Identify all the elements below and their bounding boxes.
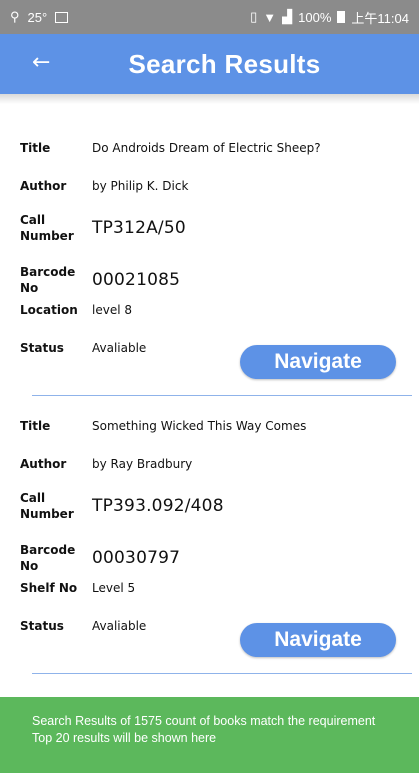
barcode-row: Barcode No 00021085 <box>20 264 180 296</box>
results-count-banner: Search Results of 1575 count of books ma… <box>0 697 419 773</box>
barcode-label: Barcode No <box>20 543 76 573</box>
status-value: Avaliable <box>92 619 147 633</box>
usb-icon: ⚲ <box>10 9 20 24</box>
author-label: Author <box>20 179 67 193</box>
vibrate-icon: ▯ <box>250 9 258 24</box>
page-title: Search Results <box>128 49 321 79</box>
battery-icon <box>337 11 346 23</box>
book-author: by Ray Bradbury <box>92 457 193 471</box>
divider <box>32 395 412 396</box>
author-label: Author <box>20 457 67 471</box>
results-list[interactable]: Title Do Androids Dream of Electric Shee… <box>0 104 419 697</box>
shelf-value: Level 5 <box>92 581 136 595</box>
divider <box>32 673 412 674</box>
call-label-line1: Call <box>20 491 46 505</box>
banner-line-1: Search Results of 1575 count of books ma… <box>32 714 376 728</box>
status-label: Status <box>20 619 64 633</box>
author-row: Author by Ray Bradbury <box>20 456 192 472</box>
status-right: ▯ ▼ ▟ 100% 上午11:04 <box>250 8 409 27</box>
status-value: Avaliable <box>92 341 147 355</box>
barcode-number: 00030797 <box>92 548 181 568</box>
title-row: Title Do Androids Dream of Electric Shee… <box>20 140 321 156</box>
book-title: Something Wicked This Way Comes <box>92 419 307 433</box>
battery-percent: 100% <box>298 9 332 25</box>
author-row: Author by Philip K. Dick <box>20 178 188 194</box>
status-row: Status Avaliable <box>20 618 146 634</box>
status-left: ⚲ 25° <box>10 9 69 25</box>
location-value: level 8 <box>92 303 132 317</box>
location-label: Location <box>20 303 78 317</box>
barcode-row: Barcode No 00030797 <box>20 542 180 574</box>
call-number: TP312A/50 <box>92 218 186 238</box>
temperature-text: 25° <box>27 9 48 25</box>
title-label: Title <box>20 419 51 433</box>
call-label-line2: Number <box>20 229 74 243</box>
call-label-line1: Call <box>20 213 46 227</box>
status-bar: ⚲ 25° ▯ ▼ ▟ 100% 上午11:04 <box>0 0 419 34</box>
barcode-number: 00021085 <box>92 270 181 290</box>
location-row: Location level 8 <box>20 302 132 318</box>
book-author: by Philip K. Dick <box>92 179 189 193</box>
barcode-label: Barcode No <box>20 265 76 295</box>
status-row: Status Avaliable <box>20 340 146 356</box>
call-label-line2: Number <box>20 507 74 521</box>
call-number-row: Call Number TP312A/50 <box>20 212 186 244</box>
call-number-label: Call Number <box>20 212 92 244</box>
signal-icon: ▟ <box>282 9 293 24</box>
navigate-button[interactable]: Navigate <box>240 345 396 379</box>
navigate-button[interactable]: Navigate <box>240 623 396 657</box>
call-number-label: Call Number <box>20 490 92 522</box>
clock-text: 上午11:04 <box>351 10 409 26</box>
status-label: Status <box>20 341 64 355</box>
wifi-icon: ▼ <box>263 9 277 25</box>
title-row: Title Something Wicked This Way Comes <box>20 418 306 434</box>
book-title: Do Androids Dream of Electric Sheep? <box>92 141 321 155</box>
shelf-row: Shelf No Level 5 <box>20 580 135 596</box>
shelf-label: Shelf No <box>20 581 78 595</box>
app-bar-shadow <box>0 94 419 104</box>
call-number: TP393.092/408 <box>92 496 224 516</box>
call-number-row: Call Number TP393.092/408 <box>20 490 224 522</box>
title-label: Title <box>20 141 51 155</box>
app-bar: ← Search Results <box>0 34 419 94</box>
banner-line-2: Top 20 results will be shown here <box>32 731 217 745</box>
image-icon <box>55 11 69 23</box>
